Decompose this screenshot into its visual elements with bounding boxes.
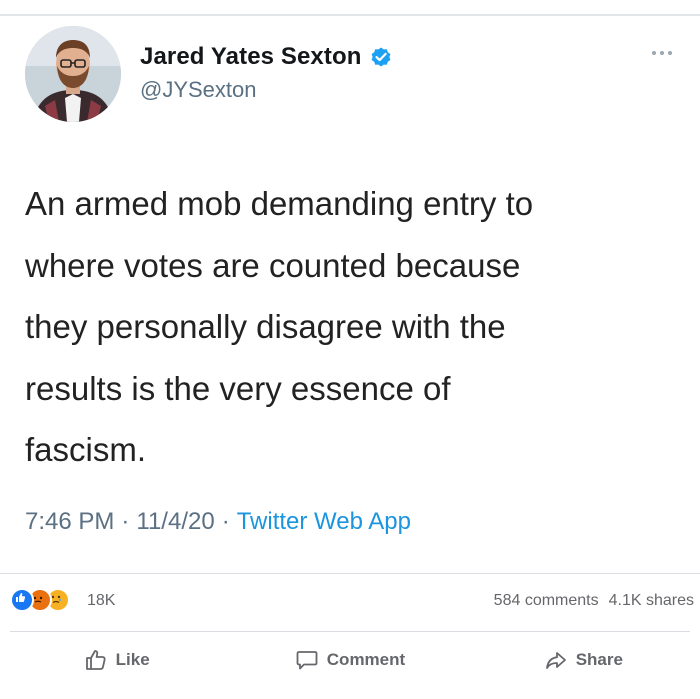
avatar-photo-icon — [25, 26, 121, 122]
share-arrow-icon — [545, 652, 566, 669]
tweet-source[interactable]: Twitter Web App — [237, 508, 411, 536]
comment-label: Comment — [326, 650, 406, 669]
like-reaction-icon — [10, 588, 34, 612]
action-bar: Like Comment Share — [0, 636, 700, 684]
reactions-bar: 18K 584 comments 4.1K shares — [0, 580, 700, 620]
tweet-text: An armed mob demanding entry to where vo… — [25, 185, 534, 468]
tweet-card: Jared Yates Sexton @JYSexton An armed mo… — [0, 16, 700, 568]
comment-button[interactable]: Comment — [233, 636, 466, 684]
author-display-name[interactable]: Jared Yates Sexton — [140, 43, 361, 71]
reaction-icons[interactable] — [10, 588, 70, 612]
meta-separator: · — [121, 508, 130, 535]
meta-separator: · — [221, 508, 230, 535]
tweet-time[interactable]: 7:46 PM — [25, 508, 114, 536]
comments-count[interactable]: 584 comments — [494, 592, 599, 610]
share-button[interactable]: Share — [467, 636, 700, 684]
share-label: Share — [575, 650, 623, 669]
comment-bubble-icon — [296, 651, 318, 670]
author-name-row: Jared Yates Sexton — [140, 40, 393, 74]
engagement-counts: 584 comments 4.1K shares — [494, 592, 694, 610]
tweet-date[interactable]: 11/4/20 — [136, 508, 214, 536]
tweet-meta: 7:46 PM · 11/4/20 · Twitter Web App — [25, 508, 411, 536]
author-handle[interactable]: @JYSexton — [140, 77, 257, 103]
author-avatar[interactable] — [25, 26, 121, 122]
more-dots-icon[interactable] — [652, 46, 680, 60]
like-label: Like — [115, 650, 150, 669]
reaction-count[interactable]: 18K — [87, 592, 115, 610]
verified-badge-icon — [369, 45, 393, 69]
actions-divider — [10, 631, 690, 632]
reactions-divider — [0, 573, 700, 574]
like-button[interactable]: Like — [0, 636, 233, 684]
shares-count[interactable]: 4.1K shares — [609, 592, 694, 610]
thumbs-up-icon — [85, 650, 106, 670]
